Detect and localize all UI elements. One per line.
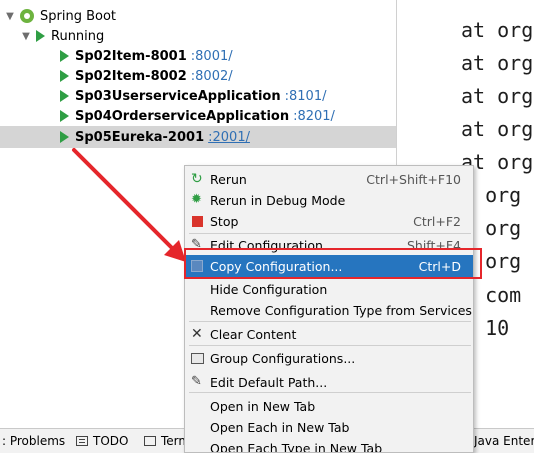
menu-item-label: Clear Content [210, 326, 297, 342]
menu-item-label: Hide Configuration [210, 281, 328, 297]
stop-icon [192, 216, 203, 227]
menu-item-label: Edit Default Path... [210, 374, 328, 390]
group-icon [191, 353, 204, 364]
menu-item-label: Open in New Tab [210, 398, 316, 414]
menu-item-hide-configuration[interactable]: Hide Configuration [185, 278, 473, 300]
clear-icon: ✕ [191, 326, 203, 342]
menu-item-open-each-in-new-tab[interactable]: Open Each in New Tab [185, 416, 473, 438]
menu-item-open-each-type-in-new-tab[interactable]: Open Each Type in New Tab [185, 437, 473, 453]
pencil-icon: ✎ [191, 374, 202, 389]
menu-item-label: Rerun in Debug Mode [210, 192, 346, 208]
menu-item-rerun[interactable]: ↻ Rerun Ctrl+Shift+F10 [185, 168, 473, 190]
menu-item-open-in-new-tab[interactable]: Open in New Tab [185, 395, 473, 417]
menu-item-rerun-debug[interactable]: ✹ Rerun in Debug Mode [185, 189, 473, 211]
rerun-icon: ↻ [191, 171, 203, 187]
menu-item-stop[interactable]: Stop Ctrl+F2 [185, 210, 473, 232]
menu-separator [189, 321, 471, 322]
menu-item-shortcut: Ctrl+Shift+F10 [366, 171, 461, 187]
menu-item-remove-configuration-type[interactable]: Remove Configuration Type from Services [185, 299, 473, 321]
menu-separator [189, 392, 471, 393]
menu-item-group-configurations[interactable]: Group Configurations... [185, 347, 473, 369]
debug-icon: ✹ [191, 192, 202, 207]
annotation-highlight-box [184, 248, 482, 279]
menu-item-label: Stop [210, 213, 239, 229]
menu-item-label: Group Configurations... [210, 350, 356, 366]
menu-item-label: Rerun [210, 171, 247, 187]
context-menu: ↻ Rerun Ctrl+Shift+F10 ✹ Rerun in Debug … [184, 165, 474, 453]
menu-item-clear-content[interactable]: ✕ Clear Content [185, 323, 473, 345]
menu-separator [189, 345, 471, 346]
menu-item-edit-default-path[interactable]: ✎ Edit Default Path... [185, 371, 473, 393]
menu-item-label: Open Each Type in New Tab [210, 440, 383, 453]
menu-item-label: Remove Configuration Type from Services [210, 302, 472, 318]
menu-item-label: Open Each in New Tab [210, 419, 350, 435]
menu-item-shortcut: Ctrl+F2 [413, 213, 461, 229]
